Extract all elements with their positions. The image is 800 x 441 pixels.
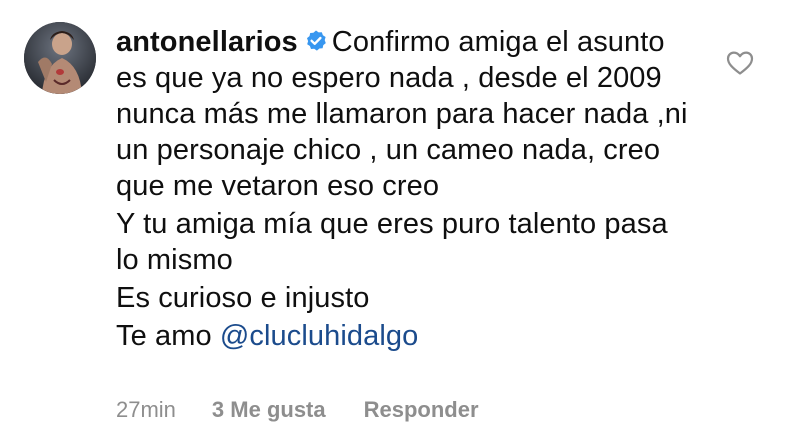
reply-button[interactable]: Responder: [364, 396, 479, 424]
avatar[interactable]: [24, 22, 96, 94]
verified-badge-icon: [304, 26, 328, 51]
comment-row: antonellarios Confirmo amiga el asunto es…: [0, 0, 800, 441]
heart-outline-icon[interactable]: [726, 50, 754, 76]
comment-time: 27min: [116, 397, 176, 422]
mention-link[interactable]: @clucluhidalgo: [220, 320, 419, 352]
comment-text: antonellarios Confirmo amiga el asunto es…: [116, 24, 696, 354]
comment-paragraph: Te amo @clucluhidalgo: [116, 318, 696, 354]
comment-meta: 27min 3 Me gusta Responder: [116, 396, 479, 424]
likes-count-button[interactable]: 3 Me gusta: [212, 396, 326, 424]
comment-paragraph: antonellarios Confirmo amiga el asunto es…: [116, 24, 696, 204]
comment-paragraph: Es curioso e injusto: [116, 282, 370, 314]
comment-last-line-text: Te amo: [116, 320, 220, 352]
username[interactable]: antonellarios: [116, 26, 298, 58]
comment-paragraph: Y tu amiga mía que eres puro talento pas…: [116, 208, 668, 276]
